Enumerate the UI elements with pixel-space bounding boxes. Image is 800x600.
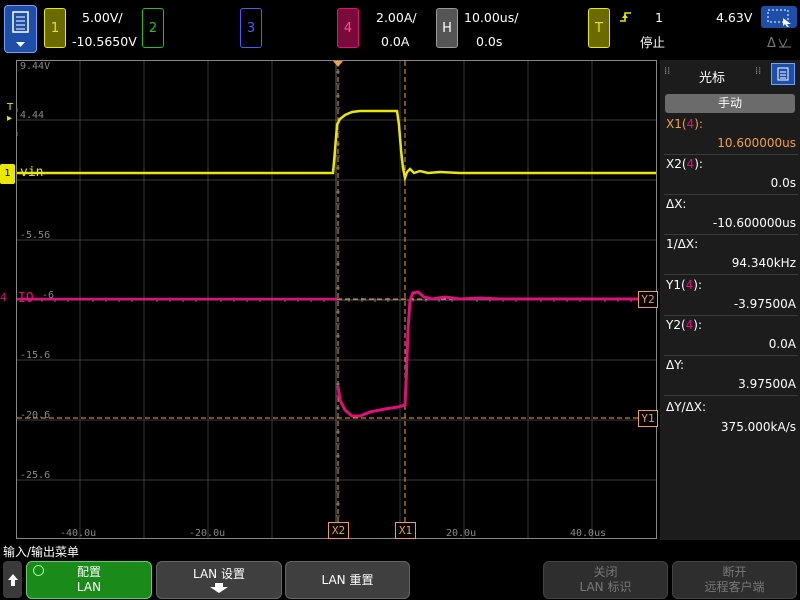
softkey-close-lan-id-line1: 关闭 [593, 565, 618, 579]
softkey-config-line2: LAN [76, 580, 102, 594]
y-label-top: 9.44V [20, 61, 50, 72]
sidebar-menu-button[interactable] [771, 63, 795, 85]
channel-1-ground-marker[interactable]: 1 [0, 164, 15, 184]
cursor-mode-button[interactable]: 手动 [665, 94, 795, 113]
cursor-x2-tag[interactable]: X2 [328, 522, 349, 539]
x-label-0: -40.0u [60, 528, 96, 539]
x-label-2: 20.0u [446, 528, 476, 539]
zoom-select-button[interactable] [761, 6, 797, 28]
x-label-1: -20.0u [189, 528, 225, 539]
y2-value: 0.0A [768, 337, 796, 351]
slope-value: 375.000kA/s [720, 420, 796, 434]
y1-label[interactable]: Y1(4): [666, 278, 796, 292]
softkey-disconnect-remote[interactable]: 断开 远程客户端 [672, 561, 797, 599]
measure-tool-button[interactable]: Δ [761, 31, 797, 53]
softkey-config-lan[interactable]: 配置 LAN [26, 561, 152, 599]
y-label-4: -15.6 [20, 350, 50, 361]
delta-x-value: -10.600000us [712, 216, 796, 230]
down-arrow-icon [210, 582, 228, 593]
y-label-5: -20.6 [20, 410, 50, 421]
channel-4-trace-pulse [336, 290, 640, 418]
softkey-close-lan-id-line2: LAN 标识 [579, 580, 632, 594]
menu-title: 输入/输出菜单 [3, 545, 80, 559]
sidebar-grip-icon[interactable]: ⁞⁞ [664, 66, 670, 77]
y-label-3: -6 [42, 290, 54, 301]
y1-value: -3.97500A [733, 297, 796, 311]
channel-4-ground-marker[interactable]: 4 [0, 291, 7, 304]
cursor-y1-tag[interactable]: Y1 [638, 410, 658, 427]
cursor-y2-tag[interactable]: Y2 [638, 291, 658, 308]
measure-delta-icon: Δ [767, 36, 791, 51]
up-arrow-icon [7, 573, 18, 586]
channel-1-label: vin [20, 165, 44, 180]
channel-4-label: IO [18, 291, 34, 306]
softkey-lan-reset[interactable]: LAN 重置 [285, 561, 410, 599]
selection-indicator-icon [33, 565, 44, 576]
delta-y-label: ΔY: [666, 358, 684, 372]
x1-label[interactable]: X1(4): [666, 117, 796, 131]
sidebar-title: 光标 [699, 71, 726, 86]
softkey-config-line1: 配置 [76, 565, 101, 579]
softkey-lan-reset-label: LAN 重置 [321, 572, 374, 587]
x1-value: 10.600000us [717, 136, 796, 150]
delta-x-label: ΔX: [666, 197, 687, 211]
graticule-and-traces: 9.44V 4.44 -5.56 -6 -15.6 -20.6 -25.6 -4… [16, 61, 656, 539]
y-label-6: -25.6 [20, 470, 50, 481]
trigger-level: 4.63V [716, 10, 753, 25]
y-label-2: -5.56 [20, 230, 50, 241]
trigger-position-marker [333, 61, 343, 67]
list-icon [777, 67, 789, 81]
cursor-lines [17, 61, 640, 530]
x2-value: 0.0s [770, 176, 796, 190]
sidebar-grip-icon-2[interactable]: ⁞⁞ [755, 66, 761, 77]
delta-y-value: 3.97500A [738, 377, 796, 391]
x2-label[interactable]: X2(4): [666, 157, 796, 171]
slope-label: ΔY/ΔX: [666, 400, 707, 414]
zoom-box-icon [767, 9, 791, 27]
x-label-3: 40.0us [570, 528, 606, 539]
back-button[interactable] [3, 561, 22, 598]
inverse-delta-x-value: 94.340kHz [731, 256, 796, 270]
softkey-lan-settings-label: LAN 设置 [193, 566, 245, 581]
trigger-level-marker[interactable]: T ▸ [7, 102, 13, 124]
y-label-1: 4.44 [20, 110, 44, 121]
softkey-close-lan-id[interactable]: 关闭 LAN 标识 [543, 561, 668, 599]
svg-text:Δ: Δ [767, 36, 776, 51]
cursor-x1-tag[interactable]: X1 [395, 522, 416, 539]
softkey-disconnect-line1: 断开 [722, 565, 747, 579]
y2-label[interactable]: Y2(4): [666, 318, 796, 332]
inverse-delta-x-label: 1/ΔX: [666, 237, 699, 251]
softkey-disconnect-line2: 远程客户端 [704, 580, 765, 594]
softkey-lan-settings[interactable]: LAN 设置 [156, 561, 282, 599]
